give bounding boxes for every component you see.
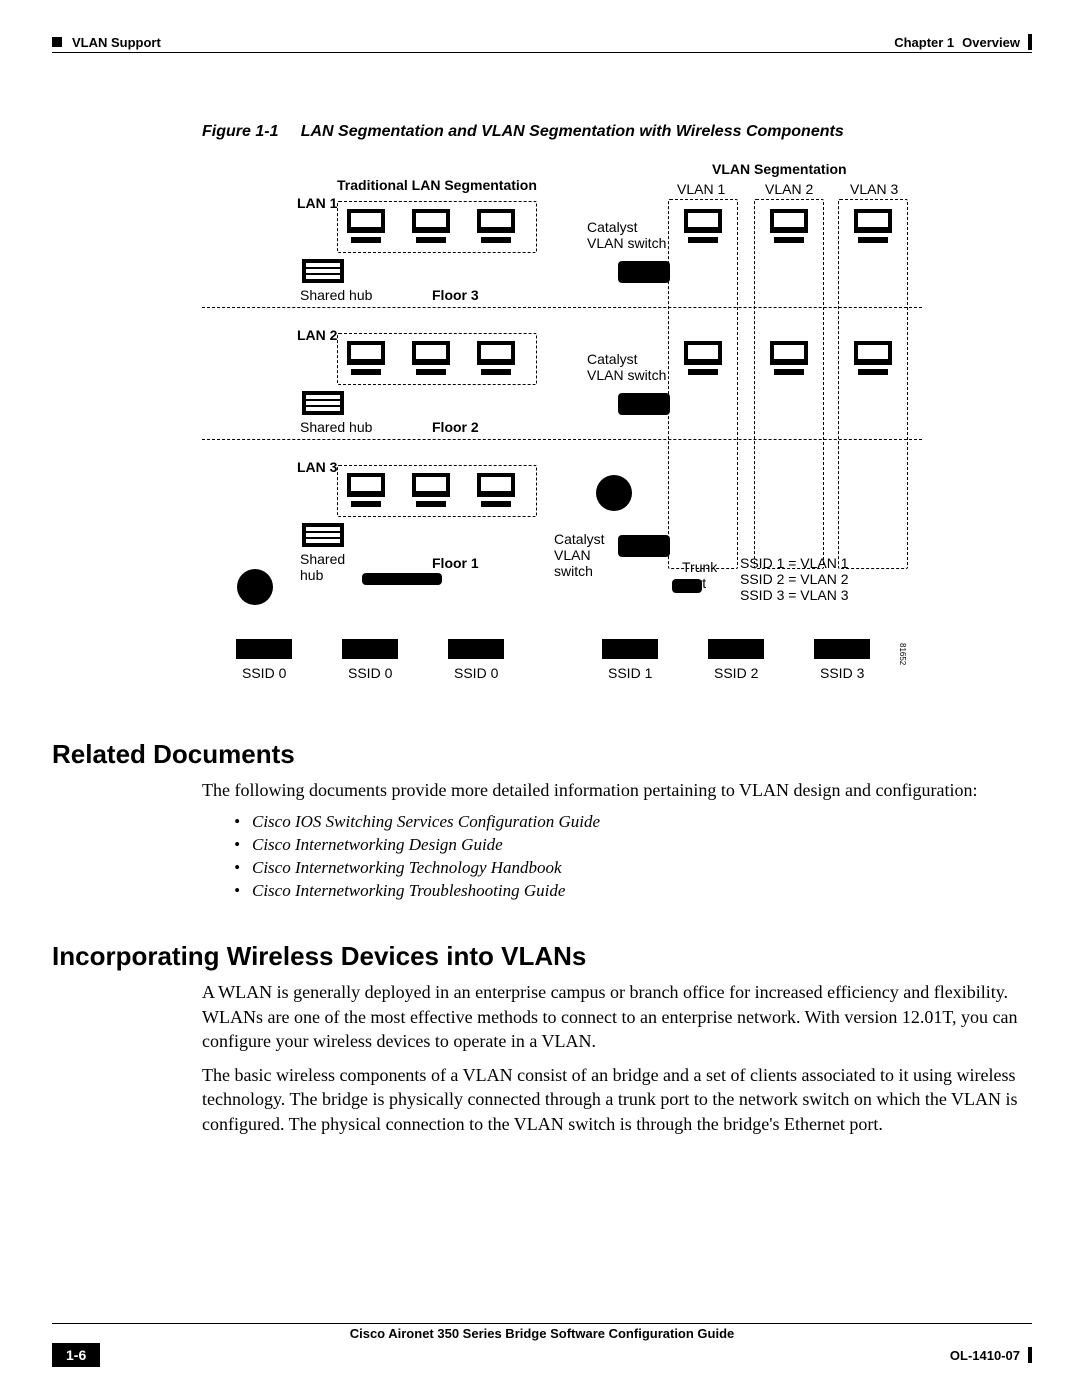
running-head-left: VLAN Support bbox=[72, 35, 161, 50]
ssid0-label: SSID 0 bbox=[348, 665, 392, 681]
footer-bar bbox=[1028, 1347, 1032, 1363]
incorporating-heading: Incorporating Wireless Devices into VLAN… bbox=[52, 941, 1032, 972]
lan2-label: LAN 2 bbox=[297, 327, 337, 343]
right-diagram-title: VLAN Segmentation bbox=[712, 161, 847, 177]
pc-icon bbox=[477, 209, 515, 243]
incorporate-para-2: The basic wireless components of a VLAN … bbox=[202, 1063, 1032, 1136]
switch-icon bbox=[618, 393, 670, 415]
figure-1-1: Traditional LAN Segmentation VLAN Segmen… bbox=[202, 159, 972, 699]
list-item: Cisco IOS Switching Services Configurati… bbox=[234, 812, 1032, 832]
list-item: Cisco Internetworking Technology Handboo… bbox=[234, 858, 1032, 878]
floor1-label: Floor 1 bbox=[432, 555, 479, 571]
ssid2-label: SSID 2 bbox=[714, 665, 758, 681]
list-item: Cisco Internetworking Troubleshooting Gu… bbox=[234, 881, 1032, 901]
laptop-icon bbox=[342, 639, 398, 659]
floor3-label: Floor 3 bbox=[432, 287, 479, 303]
incorporate-para-1: A WLAN is generally deployed in an enter… bbox=[202, 980, 1032, 1053]
left-diagram-title: Traditional LAN Segmentation bbox=[337, 177, 537, 193]
pc-icon bbox=[854, 209, 892, 243]
page-number: 1-6 bbox=[52, 1343, 100, 1367]
ap-icon bbox=[672, 579, 702, 593]
floor2-label: Floor 2 bbox=[432, 419, 479, 435]
laptop-icon bbox=[814, 639, 870, 659]
shared-hub-label: Shared hub bbox=[300, 419, 372, 435]
vlan3-label: VLAN 3 bbox=[850, 181, 898, 197]
laptop-icon bbox=[236, 639, 292, 659]
figure-title: LAN Segmentation and VLAN Segmentation w… bbox=[301, 123, 844, 140]
vlan1-group bbox=[668, 199, 738, 569]
ssid0-label: SSID 0 bbox=[242, 665, 286, 681]
laptop-icon bbox=[708, 639, 764, 659]
laptop-icon bbox=[448, 639, 504, 659]
drawing-id: 81652 bbox=[898, 643, 907, 665]
pc-icon bbox=[770, 209, 808, 243]
pc-icon bbox=[770, 341, 808, 375]
lan1-label: LAN 1 bbox=[297, 195, 337, 211]
header-bar bbox=[1028, 34, 1032, 50]
router-icon bbox=[237, 569, 273, 605]
hub-icon bbox=[302, 391, 344, 415]
footer-book-title: Cisco Aironet 350 Series Bridge Software… bbox=[52, 1326, 1032, 1341]
list-item: Cisco Internetworking Design Guide bbox=[234, 835, 1032, 855]
vlan2-label: VLAN 2 bbox=[765, 181, 813, 197]
header-marker bbox=[52, 37, 62, 47]
lan3-label: LAN 3 bbox=[297, 459, 337, 475]
switch-icon bbox=[618, 535, 670, 557]
pc-icon bbox=[477, 473, 515, 507]
router-icon bbox=[596, 475, 632, 511]
ssid0-label: SSID 0 bbox=[454, 665, 498, 681]
ssid-map-3: SSID 3 = VLAN 3 bbox=[740, 587, 849, 603]
related-documents-heading: Related Documents bbox=[52, 739, 1032, 770]
pc-icon bbox=[412, 341, 450, 375]
doc-id: OL-1410-07 bbox=[950, 1348, 1020, 1363]
pc-icon bbox=[477, 341, 515, 375]
switch-icon bbox=[618, 261, 670, 283]
shared-hub-label: Shared hub bbox=[300, 551, 345, 583]
related-documents-intro: The following documents provide more det… bbox=[202, 778, 1032, 802]
ap-icon bbox=[362, 573, 442, 585]
footer-rule bbox=[52, 1323, 1032, 1324]
pc-icon bbox=[684, 341, 722, 375]
ssid-map-2: SSID 2 = VLAN 2 bbox=[740, 571, 849, 587]
catalyst-label: Catalyst VLAN switch bbox=[587, 219, 666, 251]
document-list: Cisco IOS Switching Services Configurati… bbox=[234, 812, 1032, 901]
pc-icon bbox=[854, 341, 892, 375]
pc-icon bbox=[347, 209, 385, 243]
vlan3-group bbox=[838, 199, 908, 569]
header-rule bbox=[52, 52, 1032, 53]
hub-icon bbox=[302, 259, 344, 283]
ssid3-label: SSID 3 bbox=[820, 665, 864, 681]
catalyst-label: Catalyst VLAN switch bbox=[554, 531, 605, 579]
hub-icon bbox=[302, 523, 344, 547]
catalyst-label: Catalyst VLAN switch bbox=[587, 351, 666, 383]
pc-icon bbox=[684, 209, 722, 243]
vlan1-label: VLAN 1 bbox=[677, 181, 725, 197]
ssid-map-1: SSID 1 = VLAN 1 bbox=[740, 555, 849, 571]
shared-hub-label: Shared hub bbox=[300, 287, 372, 303]
vlan2-group bbox=[754, 199, 824, 569]
pc-icon bbox=[412, 473, 450, 507]
pc-icon bbox=[347, 473, 385, 507]
laptop-icon bbox=[602, 639, 658, 659]
ssid1-label: SSID 1 bbox=[608, 665, 652, 681]
figure-label: Figure 1-1 bbox=[202, 123, 278, 140]
chapter-label: Chapter 1 bbox=[894, 35, 954, 50]
chapter-title: Overview bbox=[962, 35, 1020, 50]
pc-icon bbox=[412, 209, 450, 243]
pc-icon bbox=[347, 341, 385, 375]
figure-caption: Figure 1-1 LAN Segmentation and VLAN Seg… bbox=[202, 123, 1032, 141]
